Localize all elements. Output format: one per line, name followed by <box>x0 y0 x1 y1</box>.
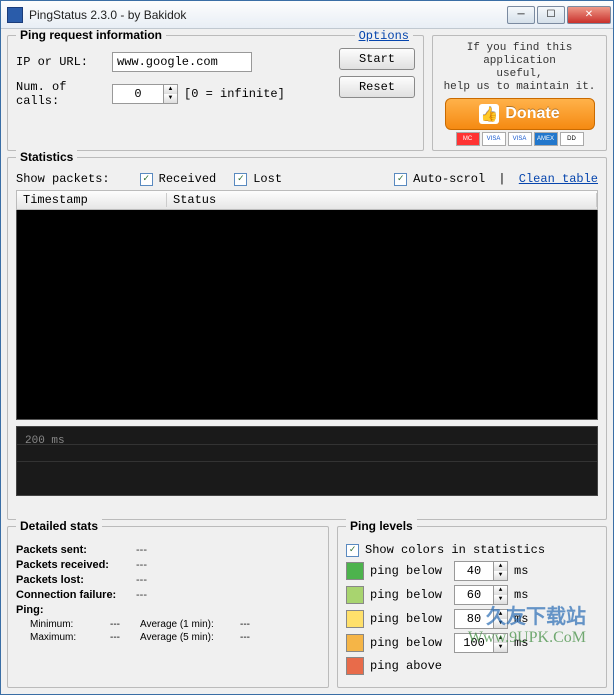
reset-button[interactable]: Reset <box>339 76 415 98</box>
ip-label: IP or URL: <box>16 55 106 69</box>
ping-request-panel: Ping request information Options IP or U… <box>7 35 424 151</box>
level-row-4: ping below ▲▼ ms <box>346 633 598 653</box>
col-timestamp[interactable]: Timestamp <box>17 193 167 207</box>
numcalls-label: Num. of calls: <box>16 80 106 108</box>
clean-table-link[interactable]: Clean table <box>519 172 598 186</box>
payment-cards: MC VISA VISA AMEX DD <box>439 132 600 146</box>
autoscroll-checkbox[interactable]: ✓ <box>394 173 407 186</box>
close-button[interactable]: ✕ <box>567 6 611 24</box>
statistics-panel: Statistics Show packets: ✓ Received ✓ Lo… <box>7 157 607 520</box>
numcalls-spinner[interactable]: ▲▼ <box>164 84 178 104</box>
received-checkbox[interactable]: ✓ <box>140 173 153 186</box>
numcalls-input[interactable] <box>112 84 164 104</box>
ping-request-legend: Ping request information <box>16 29 166 42</box>
statistics-legend: Statistics <box>16 150 77 164</box>
level-row-1: ping below ▲▼ ms <box>346 561 598 581</box>
minimize-button[interactable]: ─ <box>507 6 535 24</box>
lost-checkbox[interactable]: ✓ <box>234 173 247 186</box>
level-row-2: ping below ▲▼ ms <box>346 585 598 605</box>
threshold-2-input[interactable] <box>454 585 494 605</box>
titlebar: PingStatus 2.3.0 - by Bakidok ─ ☐ ✕ <box>1 1 613 29</box>
threshold-4-input[interactable] <box>454 633 494 653</box>
start-button[interactable]: Start <box>339 48 415 70</box>
ping-levels-legend: Ping levels <box>346 519 417 533</box>
graph-area: 200 ms <box>16 426 598 496</box>
window-title: PingStatus 2.3.0 - by Bakidok <box>27 8 505 22</box>
table-header: Timestamp Status <box>16 190 598 210</box>
ping-levels-panel: Ping levels ✓ Show colors in statistics … <box>337 526 607 688</box>
donate-button[interactable]: 👍 Donate <box>445 98 595 130</box>
maximize-button[interactable]: ☐ <box>537 6 565 24</box>
thumbsup-icon: 👍 <box>479 104 499 124</box>
ip-input[interactable] <box>112 52 252 72</box>
show-packets-label: Show packets: <box>16 172 110 186</box>
level-row-3: ping below ▲▼ ms <box>346 609 598 629</box>
swatch-3 <box>346 610 364 628</box>
swatch-5 <box>346 657 364 675</box>
donate-panel: If you find this application useful, hel… <box>432 35 607 151</box>
swatch-2 <box>346 586 364 604</box>
detailed-stats-panel: Detailed stats Packets sent:--- Packets … <box>7 526 329 688</box>
donate-msg: If you find this application useful, hel… <box>439 42 600 94</box>
swatch-4 <box>346 634 364 652</box>
level-row-5: ping above <box>346 657 598 675</box>
swatch-1 <box>346 562 364 580</box>
app-icon <box>7 7 23 23</box>
table-body[interactable] <box>16 210 598 420</box>
threshold-3-input[interactable] <box>454 609 494 629</box>
show-colors-checkbox[interactable]: ✓ <box>346 544 359 557</box>
numcalls-hint: [0 = infinite] <box>184 87 285 101</box>
options-link[interactable]: Options <box>359 29 409 43</box>
col-status[interactable]: Status <box>167 193 597 207</box>
detailed-stats-legend: Detailed stats <box>16 519 102 533</box>
threshold-1-input[interactable] <box>454 561 494 581</box>
